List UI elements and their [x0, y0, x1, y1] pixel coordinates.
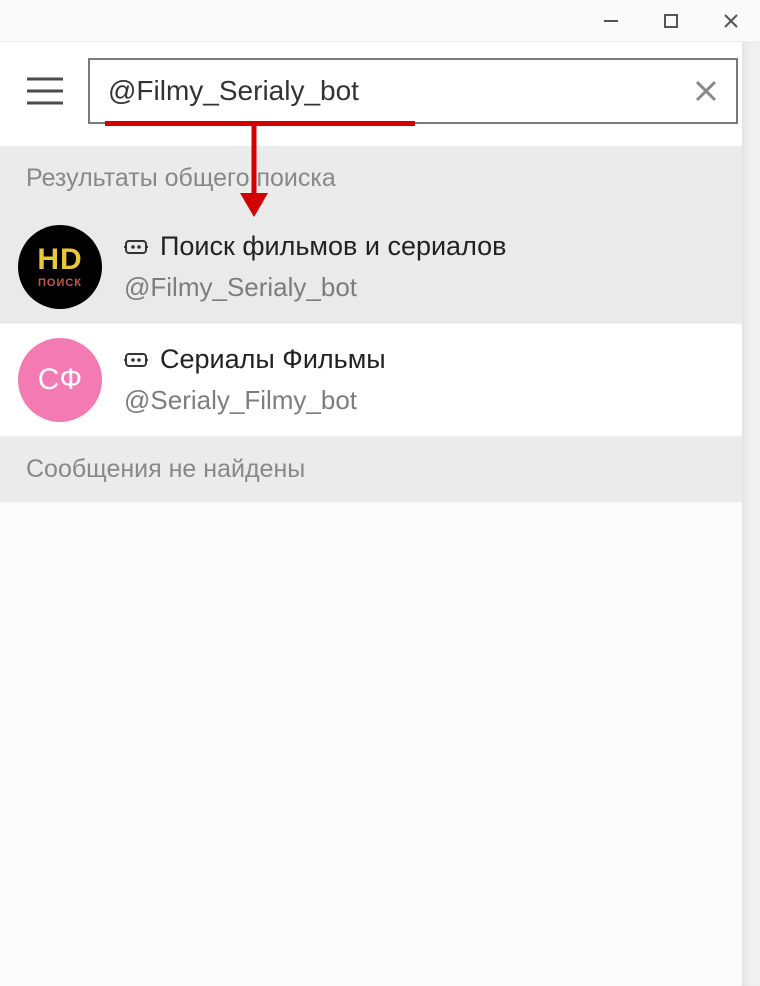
right-edge [742, 42, 760, 986]
annotation-underline [105, 121, 415, 126]
result-list: HD ПОИСК Поиск фильмов и сериалов [0, 211, 760, 437]
result-text: Поиск фильмов и сериалов @Filmy_Serialy_… [124, 231, 507, 303]
global-results-header: Результаты общего поиска [0, 146, 760, 211]
titlebar [0, 0, 760, 42]
result-title: Поиск фильмов и сериалов [160, 231, 507, 262]
avatar: СФ [18, 338, 102, 422]
minimize-button[interactable] [590, 0, 632, 42]
result-title: Сериалы Фильмы [160, 344, 386, 375]
result-item[interactable]: СФ Сериалы Фильмы @Serialy_ [0, 324, 760, 437]
menu-button[interactable] [22, 68, 68, 114]
bot-icon [124, 237, 148, 257]
search-wrap [88, 58, 738, 124]
header [0, 42, 760, 146]
avatar-sublabel: ПОИСК [38, 277, 82, 289]
avatar-label: HD [37, 245, 82, 275]
close-window-button[interactable] [710, 0, 752, 42]
result-title-row: Сериалы Фильмы [124, 344, 386, 375]
clear-search-button[interactable] [686, 71, 726, 111]
result-item[interactable]: HD ПОИСК Поиск фильмов и сериалов [0, 211, 760, 324]
result-username: @Filmy_Serialy_bot [124, 272, 507, 303]
result-text: Сериалы Фильмы @Serialy_Filmy_bot [124, 344, 386, 416]
avatar: HD ПОИСК [18, 225, 102, 309]
bot-icon [124, 350, 148, 370]
search-input[interactable] [88, 58, 738, 124]
result-username: @Serialy_Filmy_bot [124, 385, 386, 416]
maximize-button[interactable] [650, 0, 692, 42]
app-window: Результаты общего поиска HD ПОИСК [0, 0, 760, 986]
avatar-label: СФ [38, 363, 82, 397]
no-messages-header: Сообщения не найдены [0, 437, 760, 502]
result-title-row: Поиск фильмов и сериалов [124, 231, 507, 262]
